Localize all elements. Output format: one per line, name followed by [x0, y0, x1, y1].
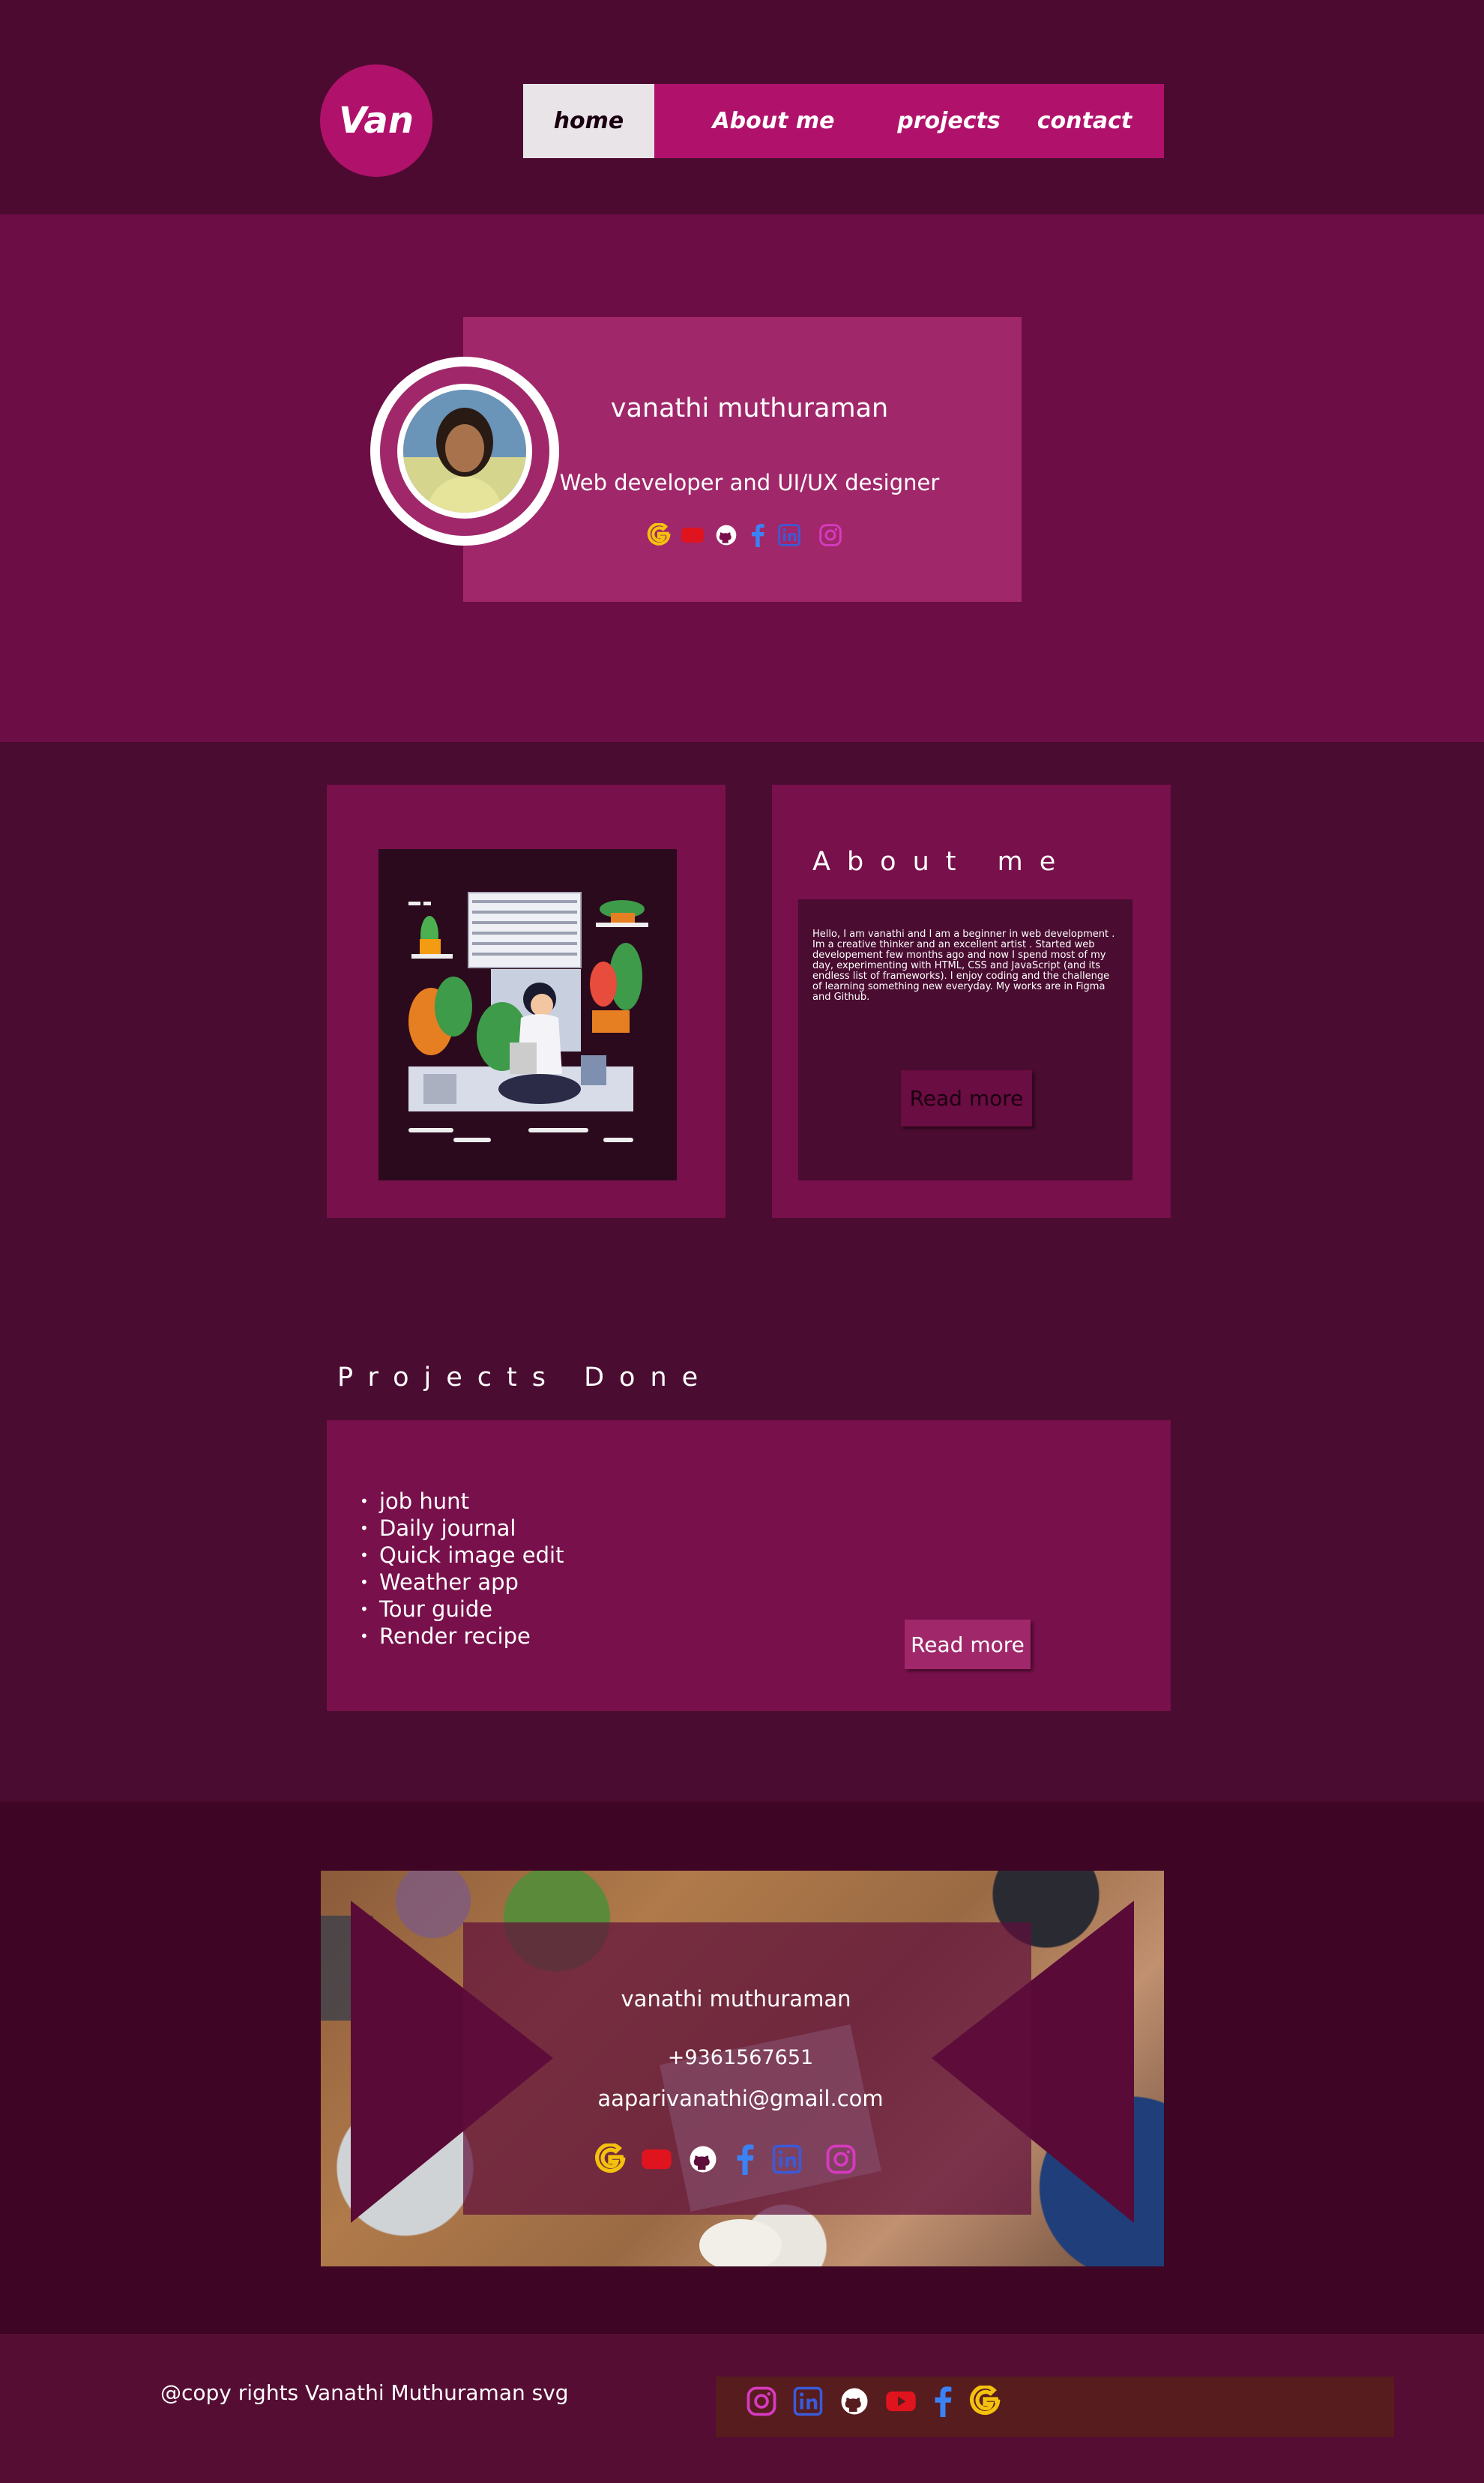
project-item: Tour guide [360, 1596, 564, 1623]
main-nav: home About me projects contact [523, 84, 1164, 158]
site-header: Van home About me projects contact [0, 0, 1484, 214]
instagram-icon[interactable] [818, 523, 842, 547]
youtube-icon[interactable] [885, 2389, 917, 2413]
instagram-icon[interactable] [746, 2386, 777, 2417]
facebook-icon[interactable] [932, 2386, 954, 2417]
facebook-icon[interactable] [734, 2143, 756, 2175]
project-item: job hunt [360, 1488, 564, 1515]
nav-about[interactable]: About me [654, 84, 893, 158]
youtube-icon[interactable] [681, 526, 705, 544]
contact-social-links [594, 2143, 857, 2175]
projects-read-more-button[interactable]: Read more [905, 1620, 1031, 1669]
nav-home[interactable]: home [523, 84, 654, 158]
about-section [0, 742, 1484, 1289]
profile-photo [403, 390, 526, 513]
logo[interactable]: Van [320, 64, 432, 177]
about-read-more-button[interactable]: Read more [901, 1070, 1032, 1126]
about-title: About me [812, 847, 1073, 877]
projects-title: Projects Done [337, 1363, 714, 1393]
project-item: Daily journal [360, 1515, 564, 1542]
contact-phone[interactable]: +9361567651 [463, 2046, 1018, 2069]
instagram-icon[interactable] [825, 2143, 857, 2175]
footer-social-links [746, 2386, 1001, 2417]
logo-text: Van [339, 100, 414, 142]
nav-contact[interactable]: contact [1005, 84, 1164, 158]
github-icon[interactable] [839, 2386, 870, 2417]
projects-list: job hunt Daily journal Quick image edit … [360, 1488, 564, 1650]
linkedin-icon[interactable] [777, 523, 801, 547]
hero-role: Web developer and UI/UX designer [559, 470, 940, 495]
linkedin-icon[interactable] [771, 2143, 803, 2175]
avatar-frame [370, 357, 559, 546]
google-icon[interactable] [594, 2143, 626, 2175]
youtube-icon[interactable] [641, 2147, 672, 2171]
illustration [378, 849, 677, 1180]
hero-name: vanathi muthuraman [610, 393, 889, 423]
google-icon[interactable] [647, 523, 671, 547]
facebook-icon[interactable] [748, 523, 767, 547]
footer-copyright: @copy rights Vanathi Muthuraman svg [160, 2380, 569, 2405]
linkedin-icon[interactable] [792, 2386, 824, 2417]
contact-email[interactable]: aaparivanathi@gmail.com [463, 2086, 1018, 2111]
github-icon[interactable] [714, 523, 738, 547]
google-icon[interactable] [969, 2386, 1001, 2417]
about-text: Hello, I am vanathi and I am a beginner … [812, 929, 1115, 1003]
github-icon[interactable] [687, 2143, 719, 2175]
contact-name: vanathi muthuraman [621, 1986, 851, 2012]
avatar [397, 384, 532, 519]
nav-projects[interactable]: projects [893, 84, 1005, 158]
hero-social-links [647, 523, 842, 547]
project-item: Render recipe [360, 1623, 564, 1650]
project-item: Quick image edit [360, 1542, 564, 1569]
project-item: Weather app [360, 1569, 564, 1596]
